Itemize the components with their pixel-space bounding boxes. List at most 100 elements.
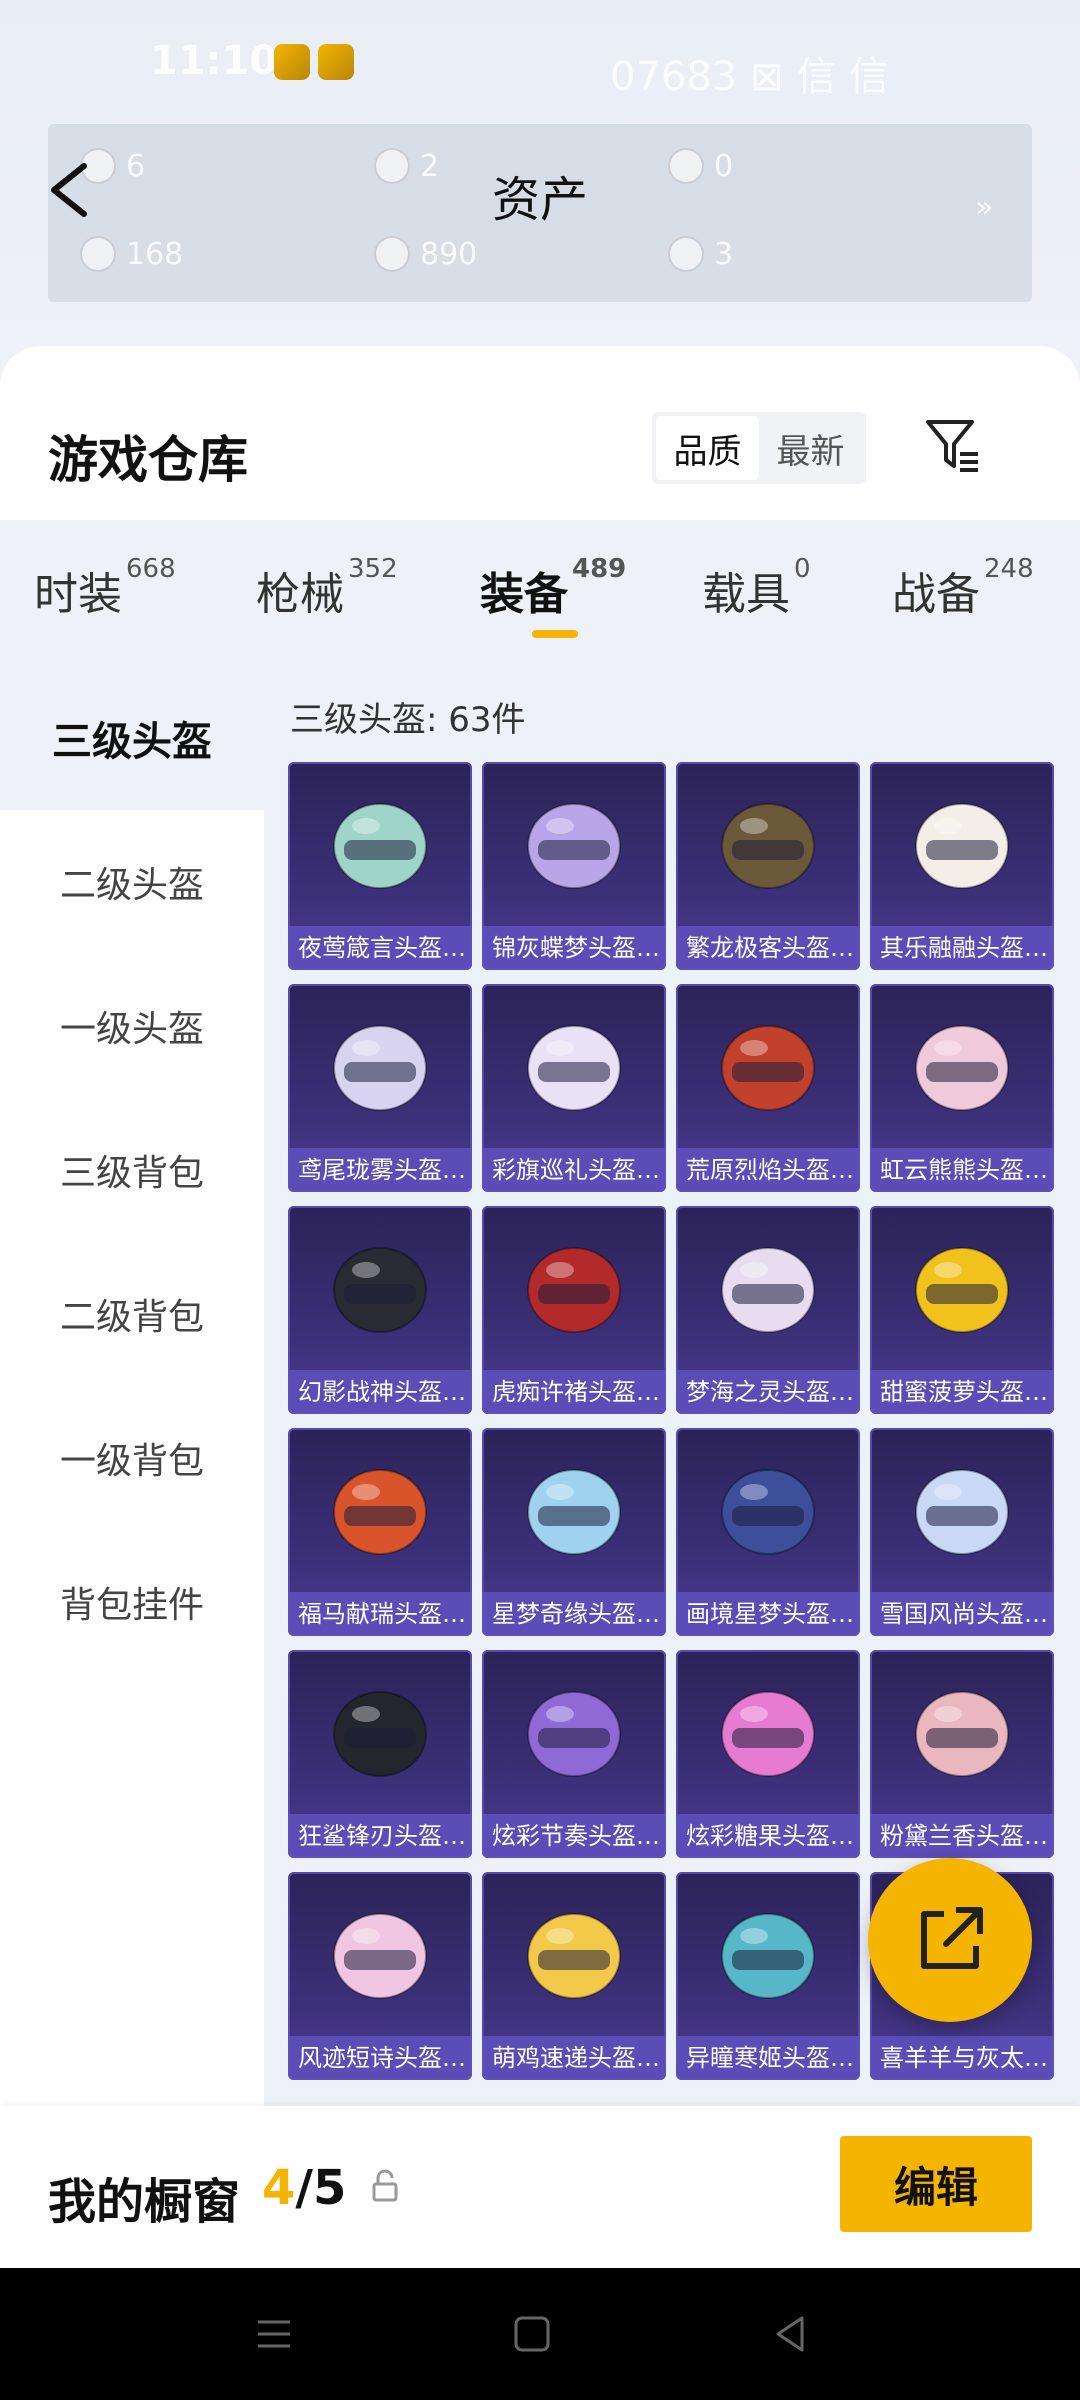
helmet-icon — [915, 1469, 1009, 1555]
item-name: 繁龙极客头盔… — [676, 926, 860, 970]
home-icon[interactable] — [510, 2312, 554, 2356]
helmet-icon — [915, 1025, 1009, 1111]
item-card[interactable]: 荒原烈焰头盔… — [676, 984, 860, 1192]
helmet-icon — [333, 803, 427, 889]
helmet-icon — [915, 1247, 1009, 1333]
item-card[interactable]: 虎痴许褚头盔… — [482, 1206, 666, 1414]
item-card[interactable]: 异瞳寒姬头盔… — [676, 1872, 860, 2080]
helmet-icon — [915, 803, 1009, 889]
app-notification-icon — [318, 44, 354, 80]
asset-item: 3 — [668, 236, 733, 272]
warehouse-title: 游戏仓库 — [48, 431, 248, 489]
helmet-icon — [333, 1913, 427, 1999]
tab-vehicles[interactable]: 载具 0 — [702, 554, 811, 622]
item-card[interactable]: 繁龙极客头盔… — [676, 762, 860, 970]
item-name: 萌鸡速递头盔… — [482, 2036, 666, 2080]
helmet-icon — [527, 1247, 621, 1333]
helmet-icon — [721, 1025, 815, 1111]
helmet-icon — [333, 1025, 427, 1111]
coin-icon — [374, 236, 410, 272]
asset-item: 168 — [80, 236, 183, 272]
helmet-icon — [721, 1469, 815, 1555]
item-card[interactable]: 甜蜜菠萝头盔… — [870, 1206, 1054, 1414]
helmet-icon — [915, 1691, 1009, 1777]
helmet-icon — [527, 1469, 621, 1555]
item-card[interactable]: 幻影战神头盔… — [288, 1206, 472, 1414]
sidebar-item-level3-helmet[interactable]: 三级头盔 — [0, 666, 264, 810]
showcase-label: 我的橱窗 — [48, 2174, 241, 2230]
item-name: 梦海之灵头盔… — [676, 1370, 860, 1414]
item-name: 鸢尾珑雾头盔… — [288, 1148, 472, 1192]
item-name: 粉黛兰香头盔… — [870, 1814, 1054, 1858]
item-card[interactable]: 画境星梦头盔… — [676, 1428, 860, 1636]
helmet-icon — [333, 1247, 427, 1333]
helmet-icon — [333, 1469, 427, 1555]
tab-weapons[interactable]: 枪械 352 — [256, 554, 398, 622]
asset-item: 890 — [374, 236, 477, 272]
item-card[interactable]: 炫彩节奏头盔… — [482, 1650, 666, 1858]
sidebar-item-level1-helmet[interactable]: 一级头盔 — [0, 954, 264, 1098]
item-card[interactable]: 鸢尾珑雾头盔… — [288, 984, 472, 1192]
lock-icon — [370, 2168, 400, 2204]
system-navbar — [0, 2268, 1080, 2400]
item-name: 雪国风尚头盔… — [870, 1592, 1054, 1636]
item-card[interactable]: 福马献瑞头盔… — [288, 1428, 472, 1636]
sidebar-item-level3-backpack[interactable]: 三级背包 — [0, 1098, 264, 1242]
showcase-bar: 我的橱窗 4/5 编辑 — [0, 2106, 1080, 2268]
item-card[interactable]: 风迹短诗头盔… — [288, 1872, 472, 2080]
item-card[interactable]: 粉黛兰香头盔… — [870, 1650, 1054, 1858]
helmet-icon — [527, 1025, 621, 1111]
sort-quality-button[interactable]: 品质 — [656, 416, 759, 480]
sidebar-item-level2-helmet[interactable]: 二级头盔 — [0, 810, 264, 954]
item-name: 异瞳寒姬头盔… — [676, 2036, 860, 2080]
item-card[interactable]: 彩旗巡礼头盔… — [482, 984, 666, 1192]
item-card[interactable]: 星梦奇缘头盔… — [482, 1428, 666, 1636]
item-name: 虎痴许褚头盔… — [482, 1370, 666, 1414]
tab-equipment[interactable]: 装备 489 — [480, 554, 626, 622]
status-app-icons — [274, 44, 354, 80]
sidebar-item-level2-backpack[interactable]: 二级背包 — [0, 1242, 264, 1386]
filter-button[interactable] — [920, 412, 984, 476]
sort-toggle: 品质 最新 — [652, 412, 866, 484]
tab-fashion[interactable]: 时装 668 — [34, 554, 176, 622]
sidebar: 三级头盔 二级头盔 一级头盔 三级背包 二级背包 一级背包 背包挂件 — [0, 666, 264, 2106]
item-name: 风迹短诗头盔… — [288, 2036, 472, 2080]
share-icon — [921, 1907, 983, 1969]
item-card[interactable]: 狂鲨锋刃头盔… — [288, 1650, 472, 1858]
category-tabs: 时装 668 枪械 352 装备 489 载具 0 战备 248 — [0, 520, 1080, 666]
filter-icon — [926, 420, 978, 472]
item-name: 甜蜜菠萝头盔… — [870, 1370, 1054, 1414]
item-name: 夜莺箴言头盔… — [288, 926, 472, 970]
showcase-count: 4/5 — [262, 2160, 347, 2216]
item-card[interactable]: 雪国风尚头盔… — [870, 1428, 1054, 1636]
share-button[interactable] — [868, 1858, 1032, 2022]
tab-supplies[interactable]: 战备 248 — [892, 554, 1034, 622]
page-title: 资产 — [491, 172, 588, 228]
helmet-icon — [527, 1691, 621, 1777]
app-notification-icon — [274, 44, 310, 80]
item-card[interactable]: 梦海之灵头盔… — [676, 1206, 860, 1414]
status-time: 11:10 — [150, 38, 278, 84]
item-name: 其乐融融头盔… — [870, 926, 1054, 970]
edit-button[interactable]: 编辑 — [840, 2136, 1032, 2232]
item-card[interactable]: 萌鸡速递头盔… — [482, 1872, 666, 2080]
sidebar-item-level1-backpack[interactable]: 一级背包 — [0, 1386, 264, 1530]
item-card[interactable]: 夜莺箴言头盔… — [288, 762, 472, 970]
item-card[interactable]: 锦灰蝶梦头盔… — [482, 762, 666, 970]
coin-icon — [668, 236, 704, 272]
back-triangle-icon[interactable] — [768, 2312, 812, 2356]
helmet-icon — [527, 1913, 621, 1999]
asset-more-button[interactable]: » — [975, 190, 993, 225]
menu-icon[interactable] — [252, 2312, 296, 2356]
sidebar-item-backpack-charm[interactable]: 背包挂件 — [0, 1530, 264, 1674]
item-card[interactable]: 虹云熊熊头盔… — [870, 984, 1054, 1192]
item-name: 炫彩节奏头盔… — [482, 1814, 666, 1858]
item-name: 幻影战神头盔… — [288, 1370, 472, 1414]
item-name: 虹云熊熊头盔… — [870, 1148, 1054, 1192]
item-card[interactable]: 炫彩糖果头盔… — [676, 1650, 860, 1858]
coin-icon — [80, 236, 116, 272]
sort-newest-button[interactable]: 最新 — [759, 416, 862, 480]
item-name: 福马献瑞头盔… — [288, 1592, 472, 1636]
item-card[interactable]: 其乐融融头盔… — [870, 762, 1054, 970]
item-name: 星梦奇缘头盔… — [482, 1592, 666, 1636]
